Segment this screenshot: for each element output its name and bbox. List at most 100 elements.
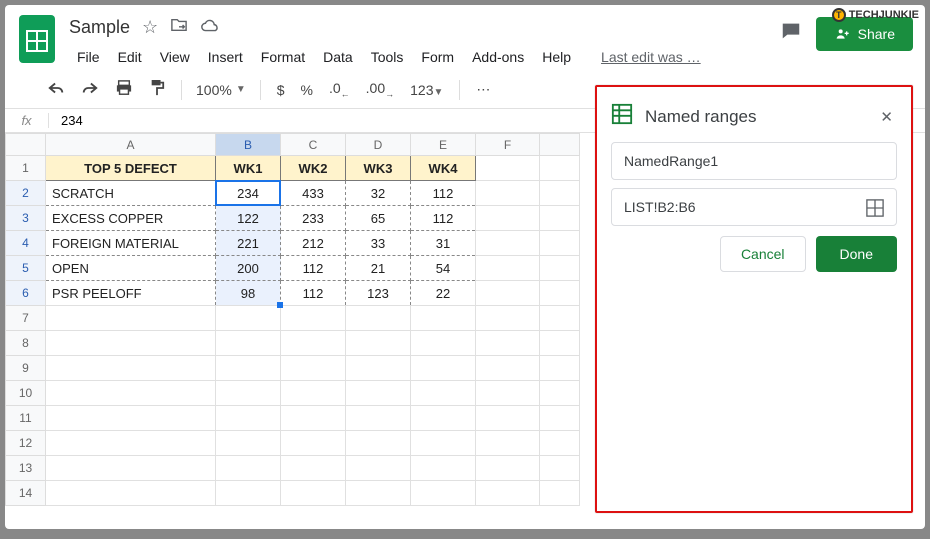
- cell[interactable]: [476, 331, 540, 356]
- cell-D3[interactable]: 65: [346, 206, 411, 231]
- cell[interactable]: [216, 381, 281, 406]
- row-header-1[interactable]: 1: [6, 156, 46, 181]
- cell[interactable]: [411, 456, 476, 481]
- cell[interactable]: [216, 356, 281, 381]
- cell-D2[interactable]: 32: [346, 181, 411, 206]
- cell[interactable]: [476, 481, 540, 506]
- cell[interactable]: [540, 306, 580, 331]
- cell[interactable]: [281, 356, 346, 381]
- currency-button[interactable]: $: [271, 78, 291, 102]
- fx-label[interactable]: fx: [5, 113, 49, 128]
- cell-A6[interactable]: PSR PEELOFF: [46, 281, 216, 306]
- cell[interactable]: [540, 356, 580, 381]
- row-header-13[interactable]: 13: [6, 456, 46, 481]
- cell-D6[interactable]: 123: [346, 281, 411, 306]
- cell[interactable]: [540, 431, 580, 456]
- cell-G4[interactable]: [540, 231, 580, 256]
- cell[interactable]: [46, 356, 216, 381]
- menu-view[interactable]: View: [152, 45, 198, 69]
- cell[interactable]: [346, 356, 411, 381]
- sheets-logo-icon[interactable]: [17, 13, 57, 65]
- select-all-corner[interactable]: [6, 134, 46, 156]
- col-header-B[interactable]: B: [216, 134, 281, 156]
- cell[interactable]: [346, 331, 411, 356]
- selection-handle[interactable]: [277, 302, 283, 308]
- cell[interactable]: [411, 306, 476, 331]
- done-button[interactable]: Done: [816, 236, 897, 272]
- cell-C3[interactable]: 233: [281, 206, 346, 231]
- decrease-decimal-button[interactable]: .0←: [323, 76, 356, 103]
- cell[interactable]: [281, 381, 346, 406]
- cell-B3[interactable]: 122: [216, 206, 281, 231]
- row-header-4[interactable]: 4: [6, 231, 46, 256]
- cell[interactable]: [216, 456, 281, 481]
- cell-C4[interactable]: 212: [281, 231, 346, 256]
- menu-tools[interactable]: Tools: [363, 45, 412, 69]
- select-range-icon[interactable]: [866, 199, 884, 220]
- increase-decimal-button[interactable]: .00→: [360, 76, 400, 103]
- cell-G6[interactable]: [540, 281, 580, 306]
- cell-C5[interactable]: 112: [281, 256, 346, 281]
- cell-E4[interactable]: 31: [411, 231, 476, 256]
- number-format-dropdown[interactable]: 123▼: [404, 78, 449, 102]
- cell-G5[interactable]: [540, 256, 580, 281]
- cell-G3[interactable]: [540, 206, 580, 231]
- zoom-dropdown[interactable]: 100%▼: [192, 80, 250, 100]
- cell[interactable]: [476, 356, 540, 381]
- row-header-10[interactable]: 10: [6, 381, 46, 406]
- document-title[interactable]: Sample: [69, 17, 130, 38]
- print-button[interactable]: [109, 76, 139, 103]
- cell[interactable]: [411, 431, 476, 456]
- cell[interactable]: [46, 481, 216, 506]
- row-header-12[interactable]: 12: [6, 431, 46, 456]
- formula-value[interactable]: 234: [49, 113, 83, 128]
- cell-E6[interactable]: 22: [411, 281, 476, 306]
- cell-G1[interactable]: [540, 156, 580, 181]
- cell-C2[interactable]: 433: [281, 181, 346, 206]
- range-ref-input[interactable]: LIST!B2:B6: [611, 188, 897, 226]
- cell[interactable]: [46, 456, 216, 481]
- cell[interactable]: [411, 331, 476, 356]
- percent-button[interactable]: %: [295, 78, 319, 102]
- cell[interactable]: [411, 356, 476, 381]
- cell[interactable]: [46, 431, 216, 456]
- cell-E5[interactable]: 54: [411, 256, 476, 281]
- row-header-9[interactable]: 9: [6, 356, 46, 381]
- cell[interactable]: [281, 481, 346, 506]
- cell-A1[interactable]: TOP 5 DEFECT: [46, 156, 216, 181]
- cell-B6[interactable]: 98: [216, 281, 281, 306]
- cell[interactable]: [281, 456, 346, 481]
- cell-B1[interactable]: WK1: [216, 156, 281, 181]
- cell-E3[interactable]: 112: [411, 206, 476, 231]
- cell[interactable]: [346, 306, 411, 331]
- cell-F2[interactable]: [476, 181, 540, 206]
- share-button[interactable]: Share: [816, 17, 913, 51]
- cell[interactable]: [540, 481, 580, 506]
- cell-D5[interactable]: 21: [346, 256, 411, 281]
- cell-C6[interactable]: 112: [281, 281, 346, 306]
- cell[interactable]: [540, 381, 580, 406]
- cell-B5[interactable]: 200: [216, 256, 281, 281]
- cancel-button[interactable]: Cancel: [720, 236, 806, 272]
- col-header-D[interactable]: D: [346, 134, 411, 156]
- menu-edit[interactable]: Edit: [110, 45, 150, 69]
- cell-F6[interactable]: [476, 281, 540, 306]
- cell[interactable]: [346, 456, 411, 481]
- cell-G2[interactable]: [540, 181, 580, 206]
- cell[interactable]: [540, 406, 580, 431]
- row-header-6[interactable]: 6: [6, 281, 46, 306]
- undo-button[interactable]: [41, 77, 71, 102]
- row-header-5[interactable]: 5: [6, 256, 46, 281]
- menu-insert[interactable]: Insert: [200, 45, 251, 69]
- last-edit-link[interactable]: Last edit was …: [593, 45, 709, 69]
- cell[interactable]: [281, 331, 346, 356]
- cell[interactable]: [281, 406, 346, 431]
- row-header-7[interactable]: 7: [6, 306, 46, 331]
- cell-B4[interactable]: 221: [216, 231, 281, 256]
- cell[interactable]: [46, 331, 216, 356]
- cell[interactable]: [216, 331, 281, 356]
- cell-A5[interactable]: OPEN: [46, 256, 216, 281]
- paint-format-button[interactable]: [143, 75, 171, 104]
- col-header-C[interactable]: C: [281, 134, 346, 156]
- cell[interactable]: [476, 431, 540, 456]
